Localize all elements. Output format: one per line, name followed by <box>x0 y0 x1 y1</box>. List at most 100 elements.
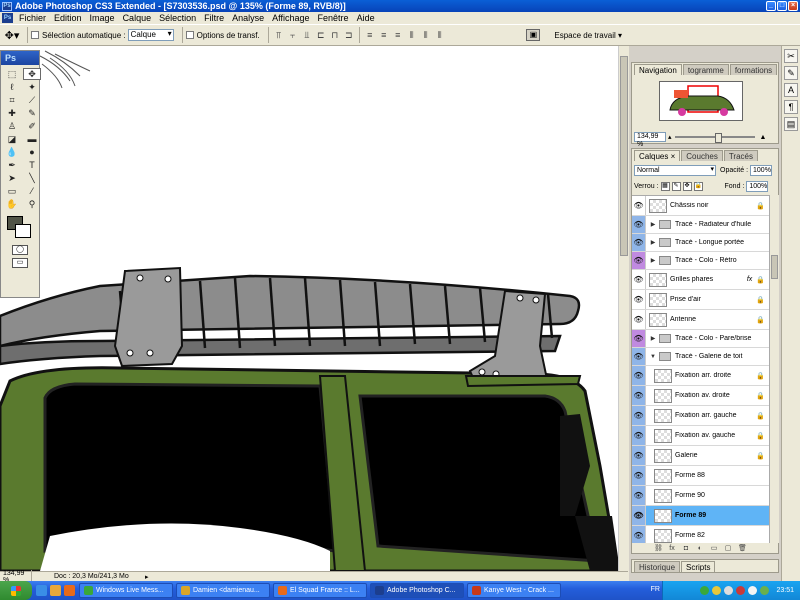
layer-row[interactable]: 👁 Forme 82 <box>632 526 769 543</box>
menu-filtre[interactable]: Filtre <box>200 13 228 23</box>
expand-closed-icon[interactable]: ▶ <box>649 257 657 264</box>
layer-row[interactable]: 👁 Prise d'air 🔒 <box>632 290 769 310</box>
menu-fichier[interactable]: Fichier <box>15 13 50 23</box>
marquee-tool-icon[interactable]: ⬚ <box>3 68 21 80</box>
hand-tool-icon[interactable]: ✋ <box>3 198 21 210</box>
visibility-eye-icon[interactable]: 👁 <box>632 526 646 543</box>
navigator-preview[interactable] <box>659 81 743 121</box>
minimize-button[interactable]: _ <box>766 1 776 11</box>
maximize-button[interactable]: □ <box>777 1 787 11</box>
move-tool-preset-icon[interactable]: ✥▾ <box>0 27 24 43</box>
bridge-icon[interactable]: ▣ <box>526 29 541 41</box>
path-selection-tool-icon[interactable]: ➤ <box>3 172 21 184</box>
visibility-eye-icon[interactable]: 👁 <box>632 252 646 269</box>
new-group-icon[interactable]: ▭ <box>710 544 718 552</box>
pen-tool-icon[interactable]: ✒ <box>3 159 21 171</box>
auto-select-checkbox[interactable] <box>31 31 39 39</box>
opacity-input[interactable]: 100% <box>750 164 773 176</box>
brushes-icon[interactable]: ✎ <box>784 66 798 80</box>
adjustment-layer-icon[interactable]: ◐ <box>696 545 704 552</box>
taskbar-button[interactable]: Kanye West - Crack ... <box>467 583 561 598</box>
clone-stamp-tool-icon[interactable]: ♙ <box>3 120 21 132</box>
healing-brush-tool-icon[interactable]: ✚ <box>3 107 21 119</box>
lock-position-icon[interactable]: ✥ <box>682 181 692 191</box>
menu-selection[interactable]: Sélection <box>155 13 200 23</box>
tab-info[interactable]: formations <box>729 64 778 75</box>
tab-navigation[interactable]: Navigation <box>634 64 682 75</box>
notes-tool-icon[interactable]: ▭ <box>3 185 21 197</box>
dodge-tool-icon[interactable]: ● <box>23 146 41 158</box>
layer-thumbnail[interactable] <box>654 388 672 403</box>
zoom-out-icon[interactable]: ▴ <box>666 133 672 141</box>
auto-select-dropdown[interactable]: Calque <box>127 29 174 41</box>
layer-row[interactable]: 👁 Antenne 🔒 <box>632 310 769 330</box>
antivirus-tray-icon[interactable] <box>736 586 746 595</box>
eraser-tool-icon[interactable]: ◪ <box>3 133 21 145</box>
visibility-eye-icon[interactable]: 👁 <box>632 406 646 425</box>
menu-image[interactable]: Image <box>86 13 119 23</box>
visibility-eye-icon[interactable]: 👁 <box>632 310 646 329</box>
visibility-eye-icon[interactable]: 👁 <box>632 446 646 465</box>
slice-tool-icon[interactable]: ⟋ <box>23 94 41 106</box>
visibility-eye-icon[interactable]: 👁 <box>632 386 646 405</box>
visibility-eye-icon[interactable]: 👁 <box>632 330 646 347</box>
blend-mode-dropdown[interactable]: Normal <box>634 164 716 176</box>
start-button[interactable] <box>0 581 32 600</box>
visibility-eye-icon[interactable]: 👁 <box>632 270 646 289</box>
distribute-top-icon[interactable]: ≡ <box>364 29 376 41</box>
layer-thumbnail[interactable] <box>654 528 672 543</box>
layer-row[interactable]: 👁 Galerie 🔒 <box>632 446 769 466</box>
brush-tool-icon[interactable]: ✎ <box>23 107 41 119</box>
layer-row[interactable]: 👁 Fixation arr. gauche 🔒 <box>632 406 769 426</box>
visibility-eye-icon[interactable]: 👁 <box>632 216 646 233</box>
lock-transparency-icon[interactable]: ▦ <box>660 181 670 191</box>
navigator-zoom-input[interactable]: 134,99 % <box>634 132 666 148</box>
quick-mask-icon[interactable]: ◯ <box>12 245 28 255</box>
expand-open-icon[interactable]: ▼ <box>649 354 657 360</box>
new-layer-icon[interactable]: ▢ <box>724 544 732 552</box>
visibility-eye-icon[interactable]: 👁 <box>632 426 646 445</box>
distribute-hcenter-icon[interactable]: ⦀ <box>420 29 432 41</box>
layer-row[interactable]: 👁 Forme 89 <box>632 506 769 526</box>
visibility-eye-icon[interactable]: 👁 <box>632 466 646 485</box>
network-tray-icon[interactable] <box>724 586 734 595</box>
align-bottom-icon[interactable]: ⫫ <box>301 29 313 41</box>
taskbar-button[interactable]: Windows Live Mess... <box>79 583 173 598</box>
ps-menu-icon[interactable]: Ps <box>2 13 13 23</box>
layer-thumbnail[interactable] <box>654 468 672 483</box>
tab-traces[interactable]: Tracés <box>723 150 758 161</box>
layer-mask-icon[interactable]: ◘ <box>682 545 690 552</box>
align-vcenter-icon[interactable]: ⫟ <box>287 29 299 41</box>
tab-histogram[interactable]: togramme <box>682 64 729 75</box>
gradient-tool-icon[interactable]: ▬ <box>23 133 41 145</box>
move-tool-icon[interactable]: ✥ <box>23 68 41 80</box>
layer-thumbnail[interactable] <box>654 428 672 443</box>
layer-thumbnail[interactable] <box>654 368 672 383</box>
taskbar-button[interactable]: Adobe Photoshop C... <box>370 583 464 598</box>
layers-scrollbar[interactable] <box>769 195 779 543</box>
screen-mode-icon[interactable]: ▭ <box>12 258 28 268</box>
expand-closed-icon[interactable]: ▶ <box>649 335 657 342</box>
volume-tray-icon[interactable] <box>748 586 758 595</box>
visibility-eye-icon[interactable]: 👁 <box>632 348 646 365</box>
layer-thumbnail[interactable] <box>649 292 667 307</box>
layer-thumbnail[interactable] <box>649 312 667 327</box>
layer-row[interactable]: 👁 Grilles phares fx 🔒 <box>632 270 769 290</box>
layer-thumbnail[interactable] <box>649 272 667 287</box>
line-tool-icon[interactable]: ╲ <box>23 172 41 184</box>
layer-row[interactable]: 👁 Fixation av. gauche 🔒 <box>632 426 769 446</box>
visibility-eye-icon[interactable]: 👁 <box>632 366 646 385</box>
firefox-icon[interactable] <box>64 585 75 596</box>
history-brush-tool-icon[interactable]: ✐ <box>23 120 41 132</box>
link-layers-icon[interactable]: ⛓ <box>654 544 663 552</box>
tools-preset-icon[interactable]: ✂ <box>784 49 798 63</box>
menu-analyse[interactable]: Analyse <box>228 13 268 23</box>
layer-thumbnail[interactable] <box>654 488 672 503</box>
distribute-left-icon[interactable]: ⦀ <box>406 29 418 41</box>
crop-tool-icon[interactable]: ⌗ <box>3 94 21 106</box>
lock-all-icon[interactable]: 🔒 <box>693 181 703 191</box>
zoom-tool-icon[interactable]: ⚲ <box>23 198 41 210</box>
visibility-eye-icon[interactable]: 👁 <box>632 290 646 309</box>
layer-group-row[interactable]: 👁 ▶ Tracé - Colo - Pare/brise <box>632 330 769 348</box>
layer-comps-icon[interactable]: ▤ <box>784 117 798 131</box>
